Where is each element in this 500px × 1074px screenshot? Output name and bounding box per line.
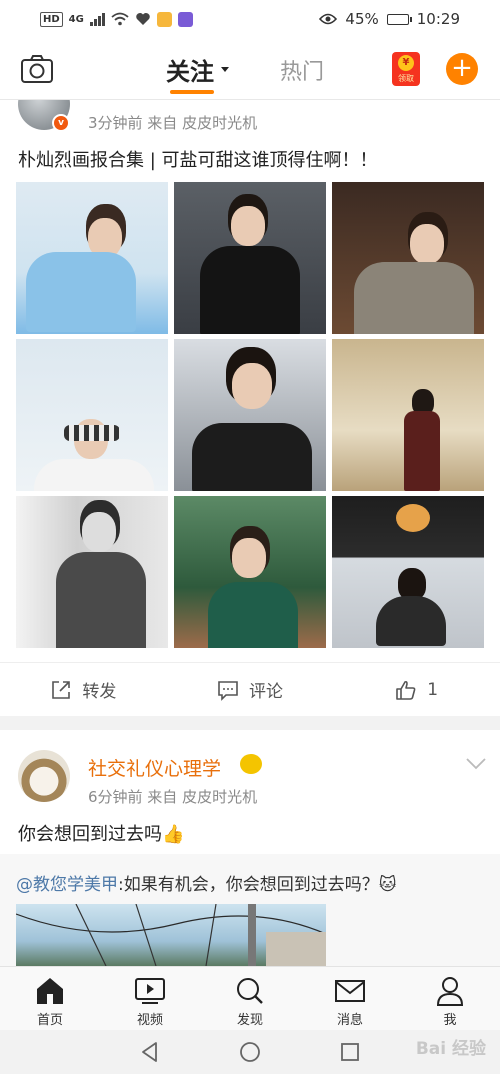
back-icon[interactable] bbox=[138, 1040, 162, 1064]
chevron-down-icon[interactable] bbox=[466, 758, 486, 770]
tab-video[interactable]: 视频 bbox=[100, 967, 200, 1030]
app-notification-icon bbox=[156, 11, 172, 27]
redpacket-coin: ¥ bbox=[398, 55, 414, 71]
tab-follow[interactable]: 关注 bbox=[166, 52, 214, 87]
follow-dropdown-icon[interactable] bbox=[221, 67, 229, 72]
home-circle-icon[interactable] bbox=[238, 1040, 262, 1064]
post-image-4[interactable] bbox=[16, 339, 168, 491]
repost-label: 转发 bbox=[82, 682, 117, 702]
status-right: 45% 10:29 bbox=[319, 10, 460, 28]
battery-icon bbox=[386, 13, 412, 25]
verified-badge: v bbox=[52, 114, 70, 132]
post-meta: 3分钟前 来自 皮皮时光机 bbox=[88, 114, 258, 132]
status-bar: HD 4G 45% 10:29 bbox=[0, 0, 500, 38]
post-image-5[interactable] bbox=[174, 339, 326, 491]
signal-icon bbox=[89, 12, 105, 26]
redpacket-label: 领取 bbox=[398, 74, 414, 83]
tab-video-label: 视频 bbox=[136, 1013, 163, 1028]
post-text[interactable]: 你会想回到过去吗👍 bbox=[18, 820, 184, 846]
avatar[interactable] bbox=[18, 750, 70, 802]
top-header: 关注 热门 ¥ 领取 + bbox=[0, 38, 500, 100]
video-icon bbox=[135, 978, 165, 1004]
tab-discover[interactable]: 发现 bbox=[200, 967, 300, 1030]
post-image-9[interactable] bbox=[332, 496, 484, 648]
tab-home-label: 首页 bbox=[36, 1013, 63, 1028]
member-crown-icon bbox=[240, 754, 262, 774]
post-image-3[interactable] bbox=[332, 182, 484, 334]
feed[interactable]: v 3分钟前 来自 皮皮时光机 朴灿烈画报合集 | 可盐可甜这谁顶得住啊！！ 转… bbox=[0, 100, 500, 966]
tab-home[interactable]: 首页 bbox=[0, 967, 100, 1030]
user-icon bbox=[436, 977, 464, 1006]
tab-me[interactable]: 我 bbox=[400, 967, 500, 1030]
reposted-content[interactable]: @教您学美甲:如果有机会，你会想回到过去吗？🐱 bbox=[0, 854, 500, 966]
tab-me-label: 我 bbox=[443, 1013, 457, 1028]
compose-button[interactable]: + bbox=[446, 53, 478, 85]
camera-icon[interactable] bbox=[20, 54, 54, 84]
wifi-icon bbox=[111, 12, 129, 26]
repost-button[interactable]: 转发 bbox=[0, 677, 167, 702]
thumbs-up-icon bbox=[396, 680, 416, 700]
feed-post[interactable]: v 3分钟前 来自 皮皮时光机 朴灿烈画报合集 | 可盐可甜这谁顶得住啊！！ 转… bbox=[0, 100, 500, 716]
post-image-2[interactable] bbox=[174, 182, 326, 334]
comment-label: 评论 bbox=[249, 682, 283, 702]
recents-icon[interactable] bbox=[338, 1040, 362, 1064]
tab-messages-label: 消息 bbox=[336, 1013, 363, 1028]
repost-text: @教您学美甲:如果有机会，你会想回到过去吗？🐱 bbox=[16, 870, 396, 895]
weibo-app: HD 4G 45% 10:29 关注 热门 ¥ 领取 + v 3分钟前 来自 皮… bbox=[0, 0, 500, 1074]
status-left: HD 4G bbox=[40, 11, 193, 27]
eye-icon bbox=[319, 13, 338, 25]
active-tab-indicator bbox=[170, 90, 214, 94]
tab-discover-label: 发现 bbox=[236, 1013, 263, 1028]
hd-badge: HD bbox=[40, 11, 63, 27]
heart-pulse-icon bbox=[136, 13, 150, 25]
repost-icon bbox=[52, 680, 71, 699]
baidu-watermark: Bai 经验 bbox=[415, 1039, 486, 1059]
network-type: 4G bbox=[68, 13, 84, 25]
comment-icon bbox=[218, 680, 238, 701]
post-actions: 转发 评论 1 bbox=[0, 662, 500, 716]
post-meta: 6分钟前 来自 皮皮时光机 bbox=[88, 788, 258, 806]
wallet-notification-icon bbox=[177, 11, 193, 27]
user-name[interactable]: 社交礼仪心理学 bbox=[88, 754, 221, 781]
feed-post[interactable]: 社交礼仪心理学 6分钟前 来自 皮皮时光机 你会想回到过去吗👍 @教您学美甲:如… bbox=[0, 730, 500, 966]
mention-link[interactable]: @教您学美甲 bbox=[16, 875, 118, 895]
search-icon bbox=[237, 978, 263, 1004]
redpacket-icon[interactable]: ¥ 领取 bbox=[392, 52, 420, 86]
comment-button[interactable]: 评论 bbox=[167, 677, 334, 702]
bottom-tab-bar: 首页 视频 发现 消息 我 bbox=[0, 966, 500, 1030]
home-icon bbox=[37, 978, 63, 1004]
clock: 10:29 bbox=[416, 10, 460, 28]
tab-hot[interactable]: 热门 bbox=[280, 54, 324, 86]
post-image-8[interactable] bbox=[174, 496, 326, 648]
post-image-6[interactable] bbox=[332, 339, 484, 491]
post-image-7[interactable] bbox=[16, 496, 168, 648]
repost-image[interactable] bbox=[16, 904, 326, 966]
feed-divider bbox=[0, 716, 500, 730]
image-grid bbox=[16, 182, 484, 648]
like-count: 1 bbox=[427, 679, 439, 700]
battery-percent: 45% bbox=[345, 10, 379, 28]
mail-icon bbox=[335, 980, 365, 1002]
like-button[interactable]: 1 bbox=[333, 679, 500, 701]
repost-body: :如果有机会，你会想回到过去吗？🐱 bbox=[118, 875, 397, 895]
post-text[interactable]: 朴灿烈画报合集 | 可盐可甜这谁顶得住啊！！ bbox=[18, 146, 378, 172]
post-image-1[interactable] bbox=[16, 182, 168, 334]
tab-messages[interactable]: 消息 bbox=[300, 967, 400, 1030]
